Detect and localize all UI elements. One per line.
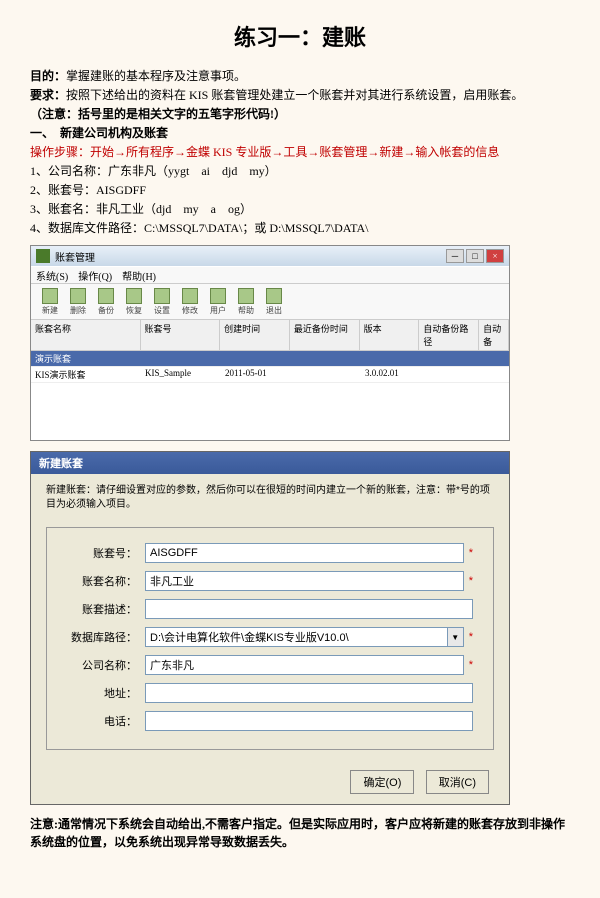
window-titlebar: 账套管理 ─ □ × <box>31 246 509 266</box>
modify-icon <box>182 288 198 304</box>
path-dropdown-icon[interactable]: ▼ <box>448 627 464 647</box>
new-icon <box>42 288 58 304</box>
account-table: 账套名称账套号创建时间最近备份时间版本自动备份路径自动备 演示账套 KIS演示账… <box>31 320 509 440</box>
maximize-button[interactable]: □ <box>466 249 484 263</box>
input-company[interactable]: 广东非凡 <box>145 655 464 675</box>
toolbar-delete[interactable]: 删除 <box>64 287 92 317</box>
restore-icon <box>126 288 142 304</box>
dialog-title: 新建账套 <box>31 452 509 474</box>
label-tel: 电话： <box>67 713 137 729</box>
purpose-line: 目的：掌握建账的基本程序及注意事项。 <box>30 67 570 85</box>
toolbar-modify[interactable]: 修改 <box>176 287 204 317</box>
new-account-dialog: 新建账套 新建账套：请仔细设置对应的参数，然后你可以在很短的时间内建立一个新的账… <box>30 451 510 805</box>
exit-icon <box>266 288 282 304</box>
cancel-button[interactable]: 取消(C) <box>426 770 489 794</box>
item3: 3、账套名：非凡工业（djd my a og） <box>30 200 570 218</box>
backup-icon <box>98 288 114 304</box>
account-manager-window: 账套管理 ─ □ × 系统(S) 操作(Q) 帮助(H) 新建 删除 备份 恢复… <box>30 245 510 441</box>
menu-system[interactable]: 系统(S) <box>36 268 68 283</box>
toolbar-new[interactable]: 新建 <box>36 287 64 317</box>
label-db-path: 数据库路径： <box>67 629 137 645</box>
input-account-desc[interactable] <box>145 599 473 619</box>
toolbar-user[interactable]: 用户 <box>204 287 232 317</box>
label-account-no: 账套号： <box>67 545 137 561</box>
footnote: 注意:通常情况下系统会自动给出,不需客户指定。但是实际应用时，客户应将新建的账套… <box>30 815 570 851</box>
item2: 2、账套号：AISGDFF <box>30 181 570 199</box>
toolbar: 新建 删除 备份 恢复 设置 修改 用户 帮助 退出 <box>31 284 509 320</box>
input-address[interactable] <box>145 683 473 703</box>
minimize-button[interactable]: ─ <box>446 249 464 263</box>
item1: 1、公司名称：广东非凡（yygt ai djd my） <box>30 162 570 180</box>
toolbar-settings[interactable]: 设置 <box>148 287 176 317</box>
help-icon <box>238 288 254 304</box>
dialog-hint: 新建账套：请仔细设置对应的参数，然后你可以在很短的时间内建立一个新的账套，注意：… <box>46 484 494 512</box>
window-title: 账套管理 <box>55 249 95 264</box>
label-company: 公司名称： <box>67 657 137 673</box>
item4: 4、数据库文件路径：C:\MSSQL7\DATA\；或 D:\MSSQL7\DA… <box>30 219 570 237</box>
input-account-name[interactable]: 非凡工业 <box>145 571 464 591</box>
table-header: 账套名称账套号创建时间最近备份时间版本自动备份路径自动备 <box>31 320 509 351</box>
input-tel[interactable] <box>145 711 473 731</box>
close-button[interactable]: × <box>486 249 504 263</box>
form-fieldset: 账套号：AISGDFF* 账套名称：非凡工业* 账套描述： 数据库路径：D:\会… <box>46 527 494 750</box>
settings-icon <box>154 288 170 304</box>
steps-red: 操作步骤：开始→所有程序→金蝶 KIS 专业版→工具→账套管理→新建→输入帐套的… <box>30 143 570 161</box>
input-db-path[interactable]: D:\会计电算化软件\金蝶KIS专业版V10.0\ <box>145 627 448 647</box>
toolbar-help[interactable]: 帮助 <box>232 287 260 317</box>
toolbar-restore[interactable]: 恢复 <box>120 287 148 317</box>
label-account-name: 账套名称： <box>67 573 137 589</box>
note-line: （注意：括号里的是相关文字的五笔字形代码!） <box>30 105 570 123</box>
menu-operate[interactable]: 操作(Q) <box>78 268 112 283</box>
require-line: 要求：按照下述给出的资料在 KIS 账套管理处建立一个账套并对其进行系统设置，启… <box>30 86 570 104</box>
menubar: 系统(S) 操作(Q) 帮助(H) <box>31 266 509 284</box>
page-title: 练习一：建账 <box>30 20 570 52</box>
delete-icon <box>70 288 86 304</box>
table-row[interactable]: KIS演示账套KIS_Sample2011-05-013.0.02.01 <box>31 367 509 383</box>
section-heading: 一、 新建公司机构及账套 <box>30 124 570 142</box>
app-icon <box>36 249 50 263</box>
label-address: 地址： <box>67 685 137 701</box>
toolbar-exit[interactable]: 退出 <box>260 287 288 317</box>
table-row[interactable]: 演示账套 <box>31 351 509 367</box>
toolbar-backup[interactable]: 备份 <box>92 287 120 317</box>
input-account-no[interactable]: AISGDFF <box>145 543 464 563</box>
ok-button[interactable]: 确定(O) <box>350 770 414 794</box>
label-account-desc: 账套描述： <box>67 601 137 617</box>
user-icon <box>210 288 226 304</box>
menu-help[interactable]: 帮助(H) <box>122 268 156 283</box>
